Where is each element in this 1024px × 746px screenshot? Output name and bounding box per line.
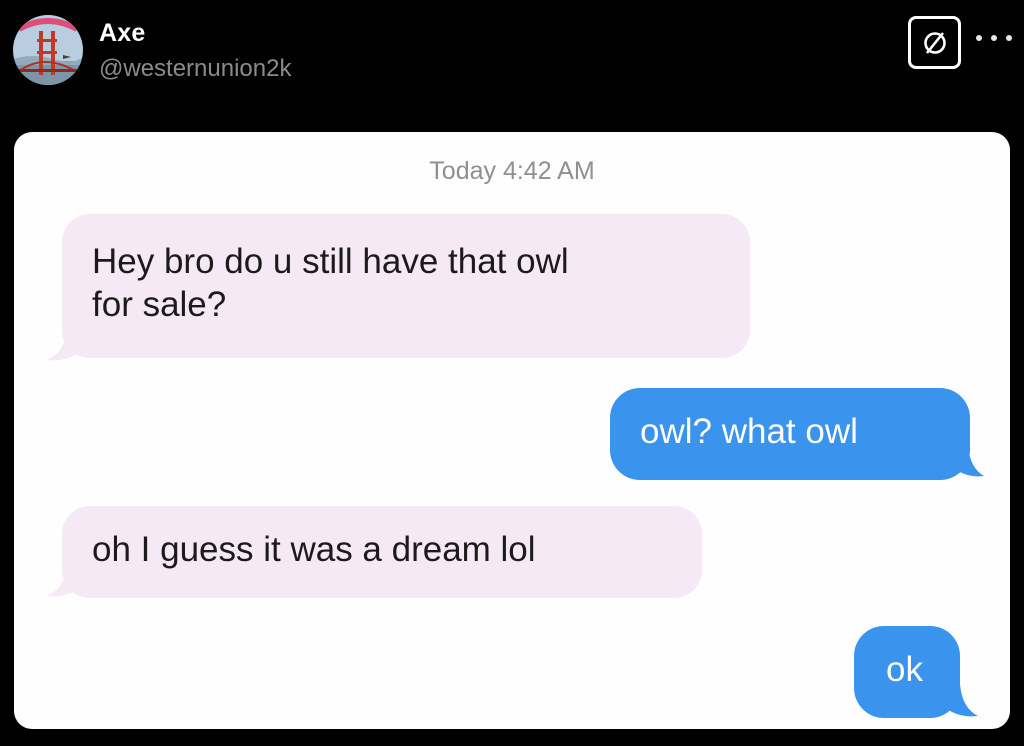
- message-bubble-incoming: oh I guess it was a dream lol: [62, 506, 702, 598]
- message-bubble-outgoing: ok: [854, 626, 960, 718]
- author-display-name[interactable]: Axe: [99, 19, 145, 48]
- message-text-line: ok: [886, 650, 923, 689]
- message-text-line: for sale?: [92, 285, 227, 324]
- message-text-line: oh I guess it was a dream lol: [92, 530, 536, 569]
- empty-set-badge-icon[interactable]: [908, 16, 961, 69]
- message-screenshot: Today 4:42 AM Hey bro do u still have th…: [14, 132, 1010, 729]
- message-bubble-outgoing: owl? what owl: [610, 388, 970, 480]
- message-text-line: owl? what owl: [640, 412, 858, 451]
- conversation-timestamp: Today 4:42 AM: [429, 157, 595, 185]
- author-handle[interactable]: @westernunion2k: [99, 55, 291, 83]
- ellipsis-icon[interactable]: [976, 26, 1012, 50]
- bridge-avatar-icon[interactable]: [13, 15, 83, 85]
- message-text-line: Hey bro do u still have that owl: [92, 242, 569, 281]
- message-bubble-incoming: Hey bro do u still have that owl for sal…: [62, 214, 750, 358]
- post-header: Axe @westernunion2k: [0, 0, 1024, 130]
